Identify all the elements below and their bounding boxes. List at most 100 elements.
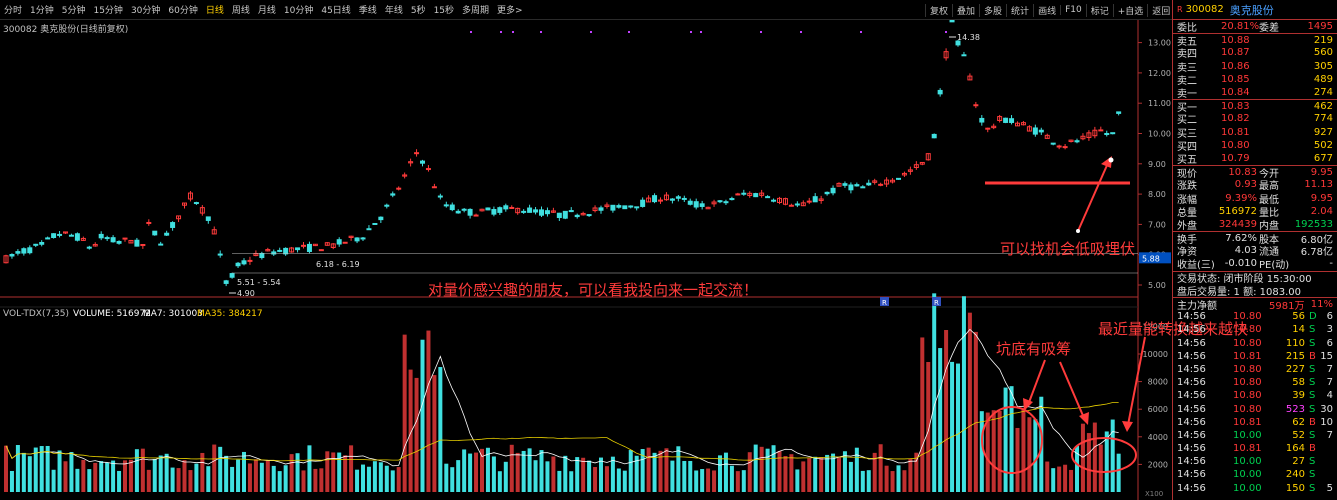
period-tab[interactable]: 45日线	[317, 3, 354, 16]
buy-price: 10.81	[1221, 126, 1250, 138]
tick-volume: 14	[1292, 324, 1305, 336]
volume-bar	[735, 471, 740, 492]
candle-body	[937, 89, 943, 95]
tick-count: 6	[1326, 337, 1333, 349]
period-tab[interactable]: 15分钟	[89, 3, 126, 16]
volume-bar	[128, 459, 133, 492]
candle-body	[491, 209, 497, 215]
stat-value: 6.78亿	[1300, 247, 1333, 259]
quote-row: 14:56 10.80 14 S 3	[1173, 323, 1337, 336]
sell-price: 10.86	[1221, 60, 1250, 72]
candle-body	[1110, 132, 1116, 135]
volume-bar	[539, 450, 544, 492]
volume-bar	[902, 470, 907, 492]
tick-time: 14:56	[1177, 443, 1206, 455]
candle-body	[170, 222, 176, 228]
period-tab[interactable]: 1分钟	[26, 3, 58, 16]
volume-bar	[259, 462, 264, 492]
volume-bar	[694, 470, 699, 492]
toolbar-button[interactable]: 叠加	[952, 3, 979, 17]
period-tab[interactable]: 年线	[381, 3, 407, 16]
toolbar-button[interactable]: 多股	[979, 3, 1006, 17]
period-tab[interactable]: 月线	[254, 3, 280, 16]
sell-price: 10.87	[1221, 47, 1250, 59]
price-axis-label: 11.00	[1148, 99, 1171, 108]
volume-bar	[628, 450, 633, 492]
tick-count: 7	[1326, 429, 1333, 441]
candle-body	[1038, 129, 1044, 133]
volume-bar	[57, 450, 62, 492]
main-flow-pct: 11%	[1310, 298, 1333, 310]
period-tab[interactable]: 30分钟	[127, 3, 164, 16]
volume-bar	[533, 460, 538, 492]
volume-bar	[1027, 417, 1032, 492]
candle-body	[544, 210, 550, 215]
volume-bar	[967, 312, 972, 492]
tick-price: 10.00	[1233, 482, 1262, 494]
volume-bar	[206, 466, 211, 492]
sell-volume: 560	[1313, 47, 1333, 59]
sell-price: 10.84	[1221, 87, 1250, 99]
candle-body	[193, 202, 199, 205]
candle-body	[306, 243, 312, 252]
candlestick-chart[interactable]: 300082 奥克股份(日线前复权) VOL-TDX(7,35) VOLUME: 5…	[0, 20, 1172, 500]
period-tab[interactable]: 15秒	[430, 3, 458, 16]
toolbar-button[interactable]: 画线	[1033, 3, 1060, 17]
volume-bar	[961, 296, 966, 492]
tick-price: 10.81	[1233, 443, 1262, 455]
volume-bar	[819, 457, 824, 492]
period-tab[interactable]: 多周期	[458, 3, 493, 16]
period-tab[interactable]: 日线	[202, 3, 228, 16]
period-tab[interactable]: 分时	[0, 3, 26, 16]
quote-row: 买四 10.80 502	[1173, 139, 1337, 153]
volume-bar	[81, 459, 86, 492]
toolbar-button[interactable]: +自选	[1112, 3, 1148, 17]
volume-bar	[313, 468, 318, 492]
candle-body	[342, 241, 348, 244]
tick-count: 7	[1326, 377, 1333, 389]
volume-bar	[182, 460, 187, 492]
volume-bar	[950, 361, 955, 492]
tick-volume: 39	[1292, 390, 1305, 402]
stat-value: 9.95	[1310, 192, 1333, 204]
event-dot	[512, 31, 514, 33]
period-tab[interactable]: 季线	[355, 3, 381, 16]
marker-dot	[1076, 229, 1080, 233]
volume-bar	[890, 471, 895, 492]
candle-body	[384, 204, 390, 207]
toolbar-button[interactable]: F10	[1060, 5, 1086, 15]
tick-volume: 27	[1292, 456, 1305, 468]
period-tab[interactable]: 5分钟	[58, 3, 90, 16]
price-axis-label: 7.00	[1148, 220, 1166, 229]
candle-body	[354, 237, 360, 242]
tick-time: 14:56	[1177, 456, 1206, 468]
event-dot	[800, 31, 802, 33]
buy-price: 10.79	[1221, 152, 1250, 164]
period-tab[interactable]: 10分钟	[280, 3, 317, 16]
toolbar-button[interactable]: 复权	[925, 3, 952, 17]
volume-bar	[432, 375, 437, 492]
candle-body	[277, 249, 283, 252]
volume-bar	[944, 330, 949, 492]
volume-bar	[366, 466, 371, 492]
tick-time: 14:56	[1177, 363, 1206, 375]
event-dot	[540, 31, 542, 33]
toolbar-button[interactable]: 返回	[1147, 3, 1174, 17]
period-tab[interactable]: 周线	[228, 3, 254, 16]
period-tab[interactable]: 5秒	[407, 3, 430, 16]
volume-bar	[1116, 453, 1121, 492]
volume-bar	[604, 466, 609, 492]
event-marker-label: R	[934, 299, 939, 307]
volume-bar	[973, 331, 978, 492]
tick-volume: 110	[1285, 337, 1305, 349]
period-tab[interactable]: 更多>	[493, 3, 527, 16]
price-axis-label: 12.00	[1148, 69, 1171, 78]
toolbar-button[interactable]: 标记	[1085, 3, 1113, 17]
volume-bar	[456, 460, 461, 492]
toolbar-button[interactable]: 统计	[1006, 3, 1033, 17]
period-tab[interactable]: 60分钟	[164, 3, 201, 16]
candle-body	[295, 247, 301, 251]
volume-bar	[747, 452, 752, 492]
candle-body	[830, 187, 836, 194]
candle-body	[539, 209, 544, 216]
